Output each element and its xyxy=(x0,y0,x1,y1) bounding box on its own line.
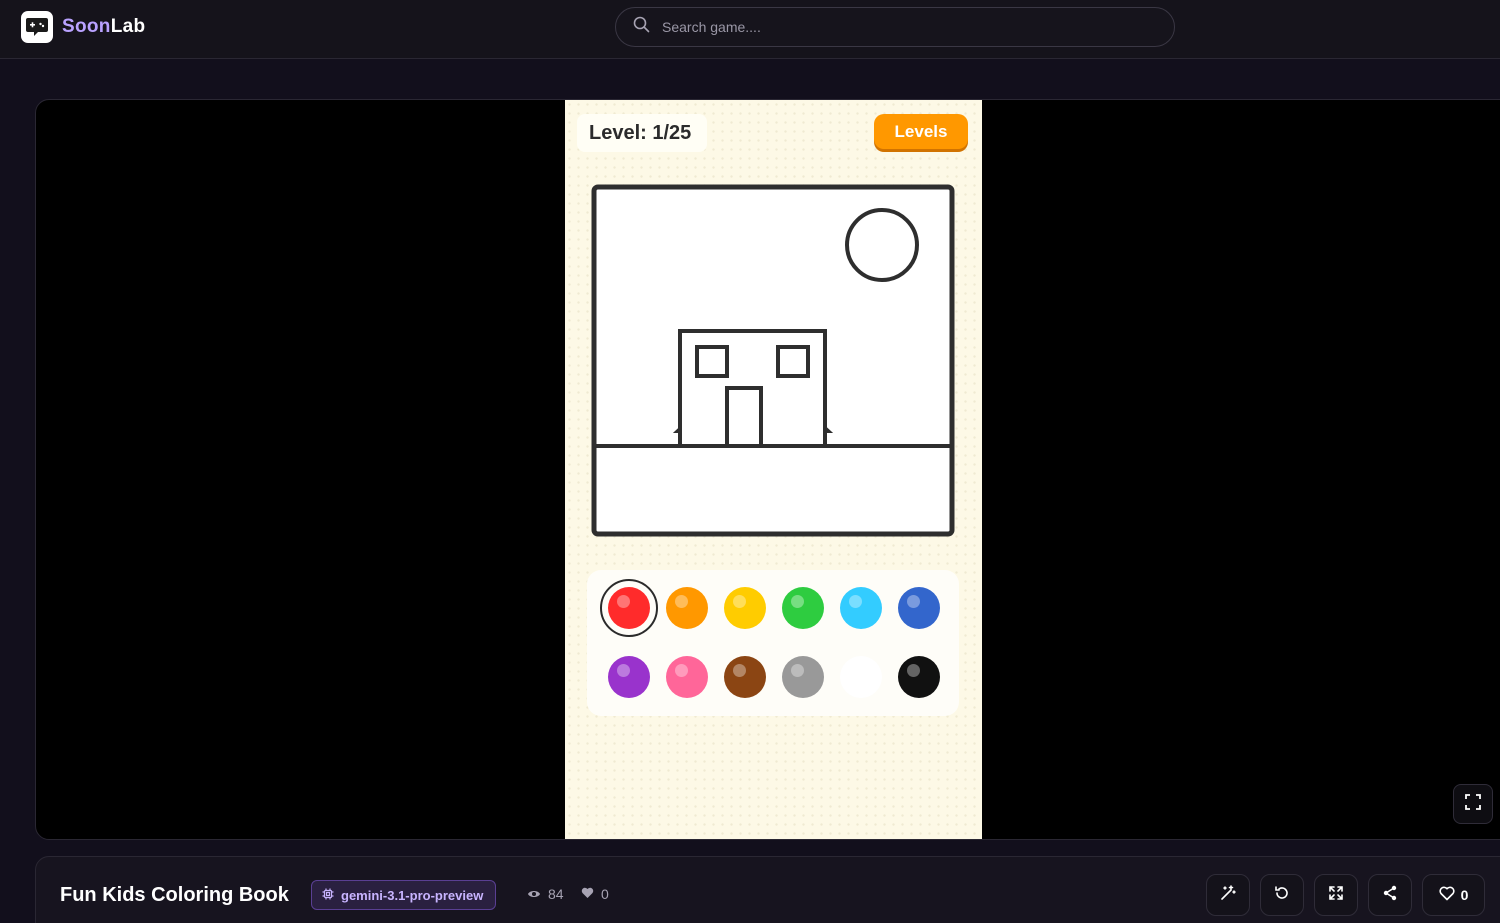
brand-name: SoonLab xyxy=(62,16,145,38)
search-input[interactable] xyxy=(662,19,1132,35)
color-swatch[interactable] xyxy=(840,587,882,629)
search-icon xyxy=(633,16,650,38)
top-navigation-bar: SoonLab xyxy=(0,0,1500,59)
views-count: 84 xyxy=(548,886,564,902)
brand-name-part1: Soon xyxy=(62,16,111,37)
color-swatch[interactable] xyxy=(666,656,708,698)
fullscreen-icon xyxy=(1465,793,1481,815)
color-swatch[interactable] xyxy=(898,587,940,629)
restart-button[interactable] xyxy=(1260,874,1304,916)
expand-button[interactable] xyxy=(1314,874,1358,916)
game-stage: Level: 1/25 Levels xyxy=(35,99,1500,840)
magic-wand-icon xyxy=(1220,884,1236,906)
game-title: Fun Kids Coloring Book xyxy=(60,884,289,906)
sun-region[interactable] xyxy=(845,208,919,282)
left-window-region[interactable] xyxy=(695,345,729,378)
brand-name-part2: Lab xyxy=(110,16,146,37)
level-indicator: Level: 1/25 xyxy=(577,114,707,152)
heart-icon xyxy=(581,886,594,902)
model-name: gemini-3.1-pro-preview xyxy=(341,887,484,903)
right-window-region[interactable] xyxy=(776,345,810,378)
color-swatch[interactable] xyxy=(608,656,650,698)
game-viewport: Level: 1/25 Levels xyxy=(565,100,982,839)
chip-icon xyxy=(322,888,334,903)
heart-outline-icon xyxy=(1439,886,1455,904)
stage-fullscreen-button[interactable] xyxy=(1453,784,1493,824)
likes-count: 0 xyxy=(601,886,609,902)
ground-region[interactable] xyxy=(596,448,950,531)
restart-icon xyxy=(1274,885,1290,906)
color-swatch[interactable] xyxy=(782,587,824,629)
color-swatch[interactable] xyxy=(724,587,766,629)
share-icon xyxy=(1382,885,1398,906)
remix-button[interactable] xyxy=(1206,874,1250,916)
color-swatch[interactable] xyxy=(782,656,824,698)
color-swatch[interactable] xyxy=(600,579,658,637)
model-badge[interactable]: gemini-3.1-pro-preview xyxy=(311,880,497,910)
gamepad-logo-icon xyxy=(21,11,53,43)
share-button[interactable] xyxy=(1368,874,1412,916)
color-swatch[interactable] xyxy=(666,587,708,629)
levels-button[interactable]: Levels xyxy=(874,114,968,149)
like-button-count: 0 xyxy=(1460,887,1469,903)
views-stat: 84 xyxy=(527,886,564,902)
expand-icon xyxy=(1328,885,1344,906)
color-palette xyxy=(587,570,959,716)
game-info-bar: Fun Kids Coloring Book gemini-3.1-pro-pr… xyxy=(35,856,1500,923)
eye-icon xyxy=(527,886,541,902)
search-box xyxy=(615,7,1175,47)
brand-logo[interactable]: SoonLab xyxy=(21,11,145,43)
likes-stat: 0 xyxy=(581,886,609,902)
door-region[interactable] xyxy=(725,386,763,448)
color-swatch[interactable] xyxy=(898,656,940,698)
color-swatch[interactable] xyxy=(840,656,882,698)
like-button[interactable]: 0 xyxy=(1422,874,1485,916)
color-swatch[interactable] xyxy=(724,656,766,698)
coloring-canvas[interactable] xyxy=(591,184,955,537)
